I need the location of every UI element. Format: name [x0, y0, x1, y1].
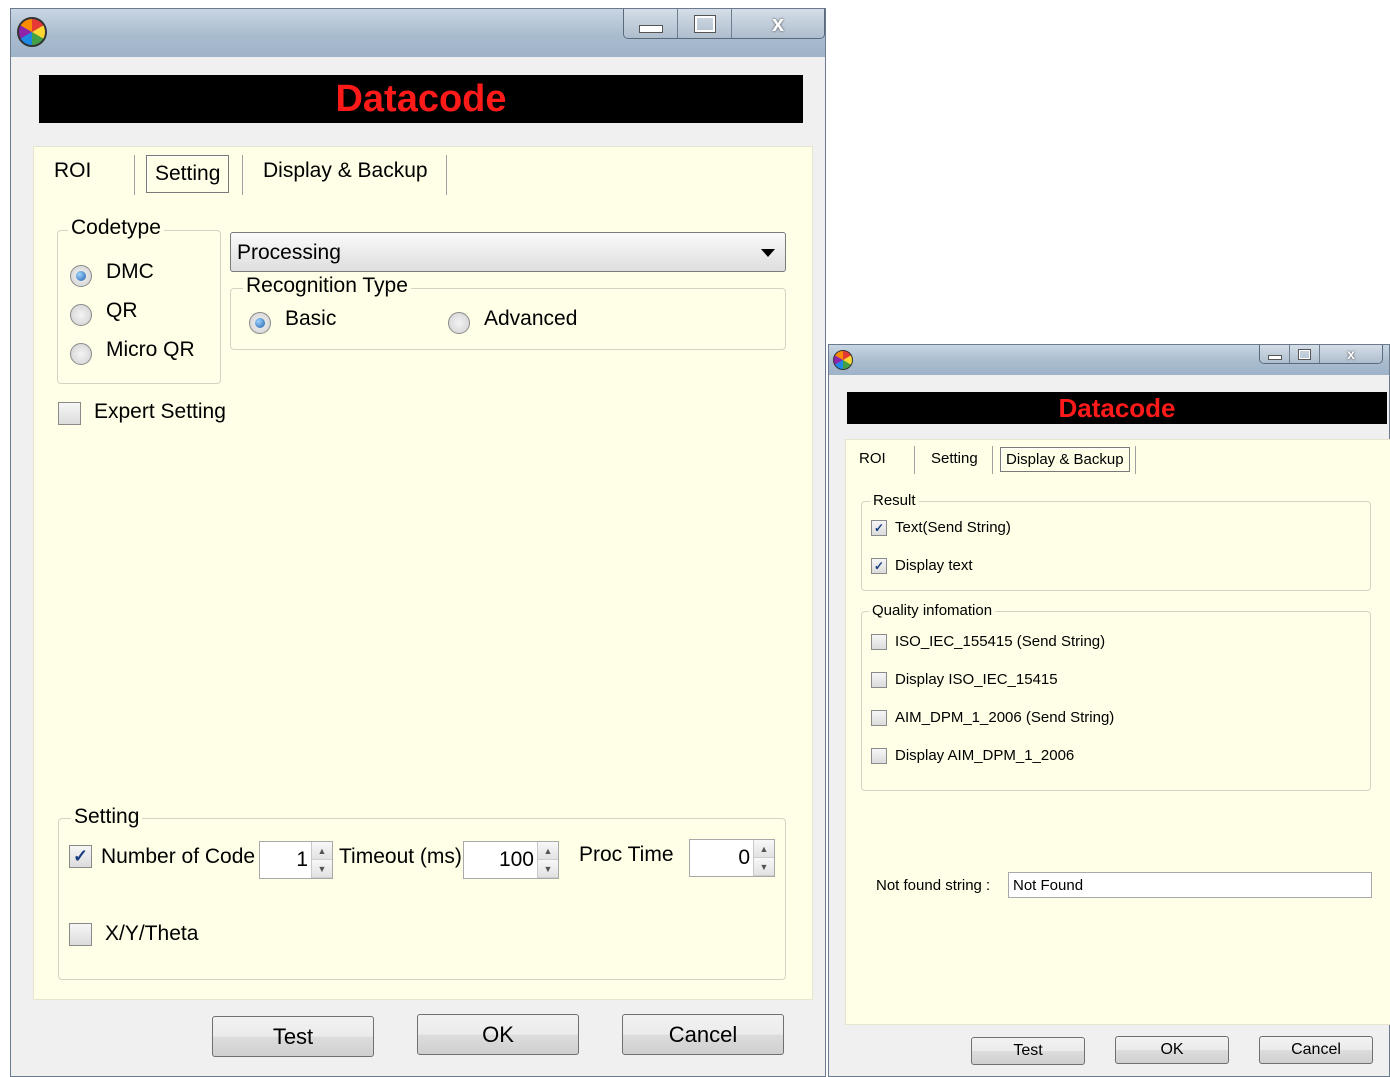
radio-dmc-label[interactable]: DMC	[106, 260, 154, 284]
expert-setting-checkbox[interactable]	[58, 402, 81, 425]
display-iso-label[interactable]: Display ISO_IEC_15415	[895, 671, 1058, 688]
radio-advanced[interactable]	[448, 312, 470, 334]
text-send-string-label[interactable]: Text(Send String)	[895, 519, 1011, 536]
ok-button[interactable]: OK	[417, 1014, 579, 1055]
stepper-down-icon[interactable]: ▼	[538, 860, 558, 878]
close-icon[interactable]: x	[1320, 345, 1382, 363]
tab-divider	[1135, 446, 1136, 474]
display-text-checkbox[interactable]: ✓	[871, 558, 887, 574]
display-text-label[interactable]: Display text	[895, 557, 973, 574]
proc-time-stepper[interactable]: 0 ▲ ▼	[689, 839, 775, 877]
tab-divider	[134, 155, 135, 195]
text-send-string-checkbox[interactable]: ✓	[871, 520, 887, 536]
tab-roi[interactable]: ROI	[859, 450, 886, 467]
datacode-window-setting: x Datacode ROI Setting Display & Backup …	[10, 8, 826, 1077]
app-logo-icon	[17, 17, 47, 47]
aim-send-string-checkbox[interactable]	[871, 710, 887, 726]
minimize-icon[interactable]	[624, 9, 678, 38]
cancel-button[interactable]: Cancel	[622, 1014, 784, 1055]
cancel-button[interactable]: Cancel	[1259, 1036, 1373, 1064]
stepper-arrows[interactable]: ▲ ▼	[537, 842, 558, 878]
tab-display-backup[interactable]: Display & Backup	[1000, 447, 1130, 472]
title-bar[interactable]: x	[829, 345, 1389, 375]
tab-control: ROI Setting Display & Backup Codetype DM…	[33, 146, 813, 1000]
tab-divider	[446, 155, 447, 195]
display-aim-checkbox[interactable]	[871, 748, 887, 764]
stepper-up-icon[interactable]: ▲	[754, 840, 774, 858]
tab-setting[interactable]: Setting	[146, 155, 230, 193]
iso-send-string-checkbox[interactable]	[871, 634, 887, 650]
chevron-down-icon	[761, 249, 775, 257]
datacode-window-display-backup: x Datacode ROI Setting Display & Backup …	[828, 344, 1390, 1077]
stepper-down-icon[interactable]: ▼	[754, 858, 774, 876]
title-bar[interactable]: x	[11, 9, 825, 57]
tab-divider	[992, 446, 993, 474]
setting-legend: Setting	[71, 805, 143, 829]
display-aim-label[interactable]: Display AIM_DPM_1_2006	[895, 747, 1074, 764]
app-logo-icon	[833, 350, 853, 370]
radio-qr-label[interactable]: QR	[106, 299, 138, 323]
radio-micro-qr-label[interactable]: Micro QR	[106, 338, 195, 362]
iso-send-string-label[interactable]: ISO_IEC_155415 (Send String)	[895, 633, 1105, 650]
stepper-up-icon[interactable]: ▲	[312, 842, 332, 860]
stepper-arrows[interactable]: ▲ ▼	[753, 840, 774, 876]
expert-setting-label[interactable]: Expert Setting	[94, 400, 226, 424]
timeout-value: 100	[498, 848, 534, 871]
stepper-up-icon[interactable]: ▲	[538, 842, 558, 860]
banner-title: Datacode	[847, 392, 1387, 424]
number-of-code-checkbox[interactable]: ✓	[69, 845, 92, 868]
proc-time-value: 0	[738, 846, 750, 869]
number-of-code-label[interactable]: Number of Code	[101, 845, 255, 869]
recognition-type-group: Recognition Type Basic Advanced	[230, 274, 786, 350]
test-button[interactable]: Test	[971, 1037, 1085, 1065]
number-of-code-value: 1	[296, 848, 308, 871]
tab-display-backup[interactable]: Display & Backup	[263, 159, 428, 183]
maximize-icon[interactable]	[1290, 345, 1320, 363]
result-group: Result ✓ Text(Send String) ✓ Display tex…	[861, 492, 1371, 591]
tab-setting[interactable]: Setting	[931, 450, 978, 467]
minimize-icon[interactable]	[1260, 345, 1290, 363]
tab-page-display-backup: Result ✓ Text(Send String) ✓ Display tex…	[854, 478, 1384, 1020]
timeout-label: Timeout (ms)	[339, 845, 462, 868]
not-found-string-input[interactable]: Not Found	[1008, 872, 1372, 898]
maximize-icon[interactable]	[678, 9, 732, 38]
codetype-legend: Codetype	[68, 216, 164, 240]
quality-legend: Quality infomation	[869, 602, 996, 619]
proc-time-label: Proc Time	[579, 843, 674, 866]
not-found-string-label: Not found string :	[876, 877, 991, 894]
timeout-stepper[interactable]: 100 ▲ ▼	[463, 841, 559, 879]
radio-dmc[interactable]	[70, 265, 92, 287]
radio-advanced-label[interactable]: Advanced	[484, 307, 577, 331]
stepper-arrows[interactable]: ▲ ▼	[311, 842, 332, 878]
caption-buttons: x	[1259, 345, 1383, 364]
result-legend: Result	[870, 492, 919, 509]
radio-basic-label[interactable]: Basic	[285, 307, 336, 331]
radio-basic[interactable]	[249, 312, 271, 334]
aim-send-string-label[interactable]: AIM_DPM_1_2006 (Send String)	[895, 709, 1114, 726]
tab-page-setting: Codetype DMC QR Micro QR Processing Reco…	[46, 201, 802, 993]
xytheta-checkbox[interactable]	[69, 923, 92, 946]
radio-qr[interactable]	[70, 304, 92, 326]
tab-divider	[914, 446, 915, 474]
setting-group: Setting ✓ Number of Code 1 ▲ ▼ Timeout (m…	[58, 805, 786, 980]
processing-dropdown[interactable]: Processing	[230, 232, 786, 272]
stepper-down-icon[interactable]: ▼	[312, 860, 332, 878]
radio-micro-qr[interactable]	[70, 343, 92, 365]
test-button[interactable]: Test	[212, 1016, 374, 1057]
xytheta-label[interactable]: X/Y/Theta	[105, 922, 198, 946]
tab-divider	[242, 155, 243, 195]
banner-title: Datacode	[39, 75, 803, 123]
tab-roi[interactable]: ROI	[54, 159, 91, 183]
tab-control: ROI Setting Display & Backup Result ✓ Te…	[845, 439, 1390, 1025]
ok-button[interactable]: OK	[1115, 1036, 1229, 1064]
processing-value: Processing	[237, 241, 341, 264]
display-iso-checkbox[interactable]	[871, 672, 887, 688]
quality-group: Quality infomation ISO_IEC_155415 (Send …	[861, 602, 1371, 791]
codetype-group: Codetype DMC QR Micro QR	[57, 216, 221, 384]
close-icon[interactable]: x	[732, 9, 824, 38]
caption-buttons: x	[623, 9, 825, 39]
number-of-code-stepper[interactable]: 1 ▲ ▼	[259, 841, 333, 879]
recognition-type-legend: Recognition Type	[243, 274, 411, 298]
